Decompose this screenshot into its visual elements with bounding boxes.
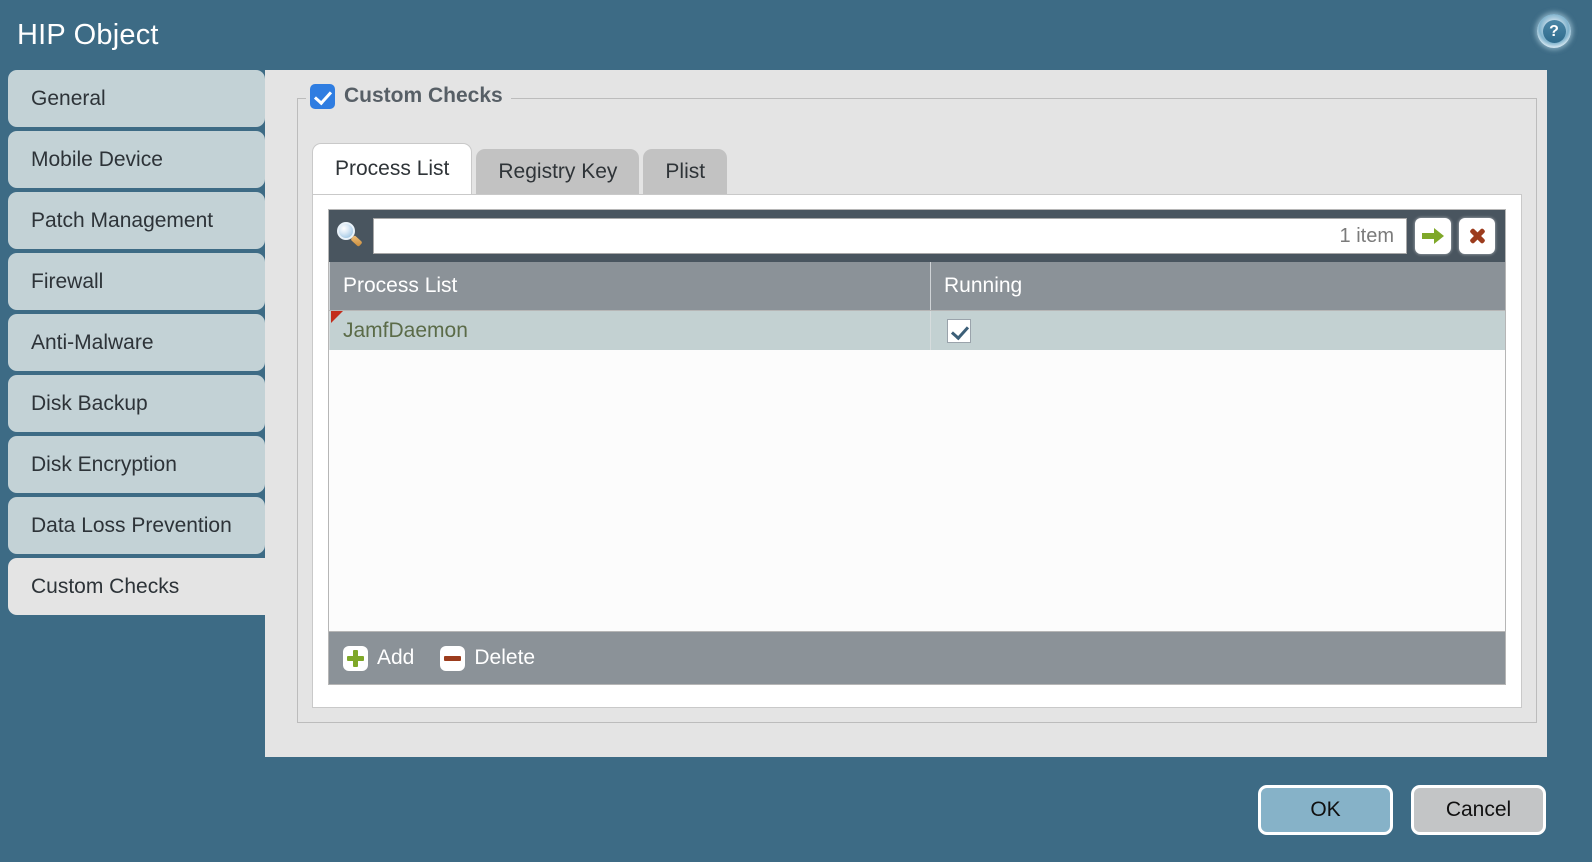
cancel-button-label: Cancel [1445, 797, 1512, 821]
ok-button[interactable]: OK [1258, 784, 1393, 835]
sidebar-item-label: Disk Backup [31, 391, 148, 415]
tab-plist[interactable]: Plist [643, 149, 728, 194]
cell-running[interactable] [930, 311, 1505, 350]
sidebar-item-label: Patch Management [31, 208, 214, 232]
search-input[interactable]: 1 item [373, 218, 1407, 254]
cancel-button[interactable]: Cancel [1411, 784, 1546, 835]
sidebar-item-anti-malware[interactable]: Anti-Malware [8, 314, 265, 371]
sidebar-item-label: Data Loss Prevention [31, 513, 232, 537]
sidebar-item-general[interactable]: General [8, 70, 265, 127]
running-checkbox[interactable] [947, 318, 971, 343]
sidebar-item-disk-backup[interactable]: Disk Backup [8, 375, 265, 432]
tab-label: Process List [335, 157, 450, 180]
grid-header-row: Process List Running [329, 262, 1505, 311]
custom-checks-legend: Custom Checks [306, 82, 511, 110]
custom-checks-fieldset: Custom Checks Process List Registry Key … [297, 82, 1537, 723]
tab-registry-key[interactable]: Registry Key [476, 149, 640, 194]
column-header-running[interactable]: Running [930, 262, 1505, 310]
plus-icon [343, 645, 368, 671]
dialog-titlebar: HIP Object ? [0, 0, 1592, 70]
add-button-label: Add [377, 646, 415, 669]
tabstrip: Process List Registry Key Plist [312, 143, 1522, 194]
hip-object-dialog: HIP Object ? General Mobile Device Patch… [0, 0, 1592, 862]
item-count-label: 1 item [1339, 224, 1394, 247]
magnifier-icon[interactable] [335, 221, 365, 251]
delete-button-label: Delete [474, 646, 536, 669]
sidebar-item-label: Anti-Malware [31, 330, 154, 354]
help-circle-icon[interactable]: ? [1537, 14, 1571, 48]
table-row[interactable]: JamfDaemon [329, 311, 1505, 350]
dialog-body: General Mobile Device Patch Management F… [0, 70, 1592, 757]
clear-filter-button[interactable] [1459, 218, 1495, 254]
green-arrow-icon [1422, 228, 1444, 244]
sidebar-item-label: Firewall [31, 269, 104, 293]
column-header-label: Process List [343, 274, 458, 297]
add-button[interactable]: Add [343, 645, 415, 671]
delete-button[interactable]: Delete [440, 645, 536, 671]
minus-icon [440, 645, 466, 671]
tab-label: Plist [665, 159, 706, 183]
grid-body: JamfDaemon [329, 311, 1505, 631]
tab-process-list[interactable]: Process List [312, 143, 473, 194]
custom-checks-legend-label: Custom Checks [344, 84, 503, 107]
sidebar-item-label: Mobile Device [31, 147, 163, 171]
sidebar-item-label: General [31, 86, 106, 110]
red-x-icon [1467, 226, 1487, 246]
sidebar-item-disk-encryption[interactable]: Disk Encryption [8, 436, 265, 493]
process-list-grid: 1 item Process List Running JamfDaemon A… [328, 209, 1506, 685]
apply-filter-button[interactable] [1415, 218, 1451, 254]
tabpanel-process-list: 1 item Process List Running JamfDaemon A… [312, 194, 1522, 708]
process-name-label: JamfDaemon [343, 318, 468, 342]
cell-process-name[interactable]: JamfDaemon [329, 311, 930, 350]
magnifier-handle [350, 235, 363, 247]
help-question-mark: ? [1542, 19, 1566, 43]
column-header-process-list[interactable]: Process List [329, 262, 930, 310]
sidebar-item-label: Custom Checks [31, 574, 180, 598]
custom-checks-checkbox[interactable] [310, 83, 335, 109]
sidebar-item-data-loss-prevention[interactable]: Data Loss Prevention [8, 497, 265, 554]
column-header-label: Running [944, 274, 1023, 297]
tab-label: Registry Key [498, 159, 618, 183]
sidebar-item-firewall[interactable]: Firewall [8, 253, 265, 310]
page-title: HIP Object [17, 18, 159, 51]
sidebar-item-label: Disk Encryption [31, 452, 177, 476]
grid-footer: Add Delete [329, 631, 1505, 684]
content-panel: Custom Checks Process List Registry Key … [265, 70, 1547, 757]
sidebar-item-mobile-device[interactable]: Mobile Device [8, 131, 265, 188]
flag-corner-icon [331, 311, 343, 323]
sidebar: General Mobile Device Patch Management F… [0, 70, 267, 757]
dialog-footer: OK Cancel [0, 757, 1592, 862]
sidebar-item-custom-checks[interactable]: Custom Checks [8, 558, 267, 615]
grid-filter-bar: 1 item [329, 210, 1505, 262]
ok-button-label: OK [1310, 797, 1341, 821]
sidebar-item-patch-management[interactable]: Patch Management [8, 192, 265, 249]
